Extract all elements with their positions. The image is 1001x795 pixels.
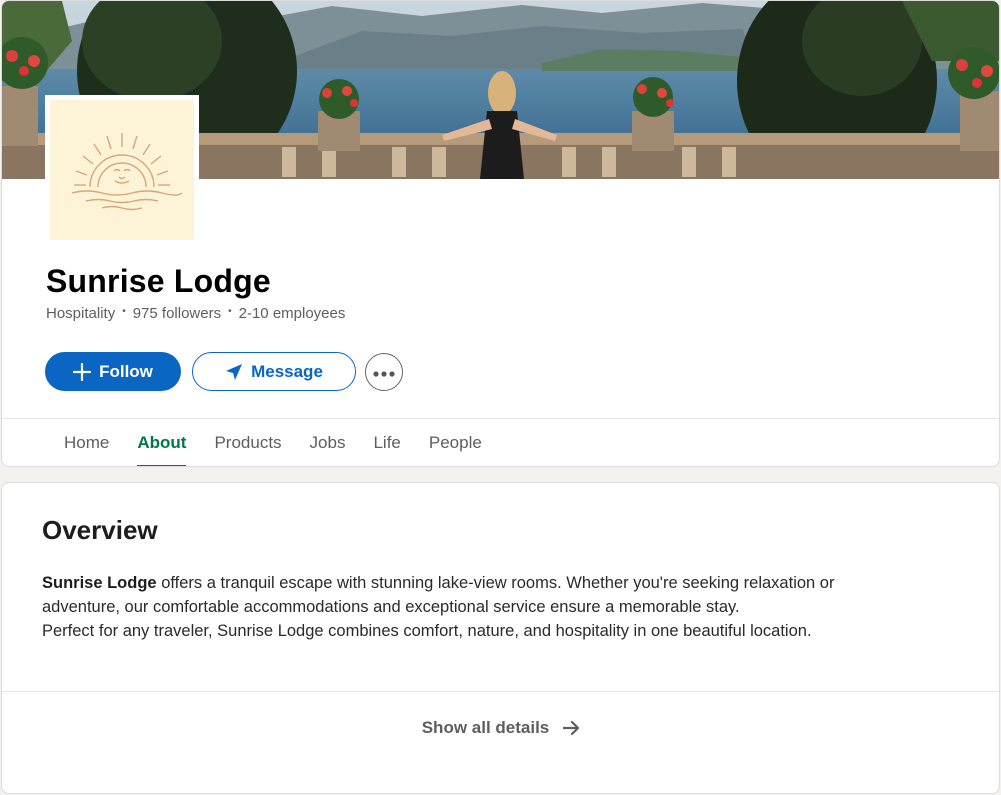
- show-all-details-button[interactable]: Show all details: [2, 692, 999, 764]
- separator-dot: •: [122, 306, 126, 317]
- tab-home[interactable]: Home: [50, 419, 123, 466]
- message-label: Message: [251, 361, 323, 381]
- tab-jobs[interactable]: Jobs: [296, 419, 360, 466]
- show-all-label: Show all details: [421, 718, 550, 737]
- tab-life[interactable]: Life: [359, 419, 414, 466]
- overview-line-2: adventure, our comfortable accommodation…: [42, 598, 740, 616]
- company-meta: Hospitality • 975 followers • 2-10 emplo…: [46, 305, 345, 322]
- overview-title: Overview: [42, 515, 158, 545]
- employees-count[interactable]: 2-10 employees: [239, 305, 346, 322]
- overview-company-name: Sunrise Lodge: [42, 574, 157, 592]
- overview-line-3: Perfect for any traveler, Sunrise Lodge …: [42, 622, 812, 640]
- send-icon: [225, 363, 243, 381]
- company-name: Sunrise Lodge: [46, 263, 271, 299]
- overview-description: Sunrise Lodge offers a tranquil escape w…: [42, 571, 942, 643]
- page-tabs: Home About Products Jobs Life People: [50, 419, 496, 466]
- tab-people[interactable]: People: [415, 419, 496, 466]
- overview-line-1: offers a tranquil escape with stunning l…: [156, 574, 835, 592]
- company-profile-card: Sunrise Lodge Hospitality • 975 follower…: [1, 0, 1000, 467]
- message-button[interactable]: Message: [192, 352, 356, 391]
- ellipsis-icon: [373, 362, 395, 382]
- overview-card: Overview Sunrise Lodge offers a tranquil…: [1, 482, 1000, 794]
- sun-logo-icon: [50, 100, 194, 240]
- separator-dot: •: [228, 306, 232, 317]
- tab-about[interactable]: About: [123, 419, 200, 466]
- company-logo: [45, 95, 199, 245]
- arrow-right-icon: [563, 720, 581, 736]
- tab-products[interactable]: Products: [200, 419, 295, 466]
- followers-count[interactable]: 975 followers: [133, 305, 221, 322]
- industry-label: Hospitality: [46, 305, 116, 322]
- follow-button[interactable]: Follow: [45, 352, 181, 391]
- plus-icon: [73, 362, 92, 381]
- more-options-button[interactable]: [365, 353, 403, 391]
- follow-label: Follow: [99, 361, 153, 381]
